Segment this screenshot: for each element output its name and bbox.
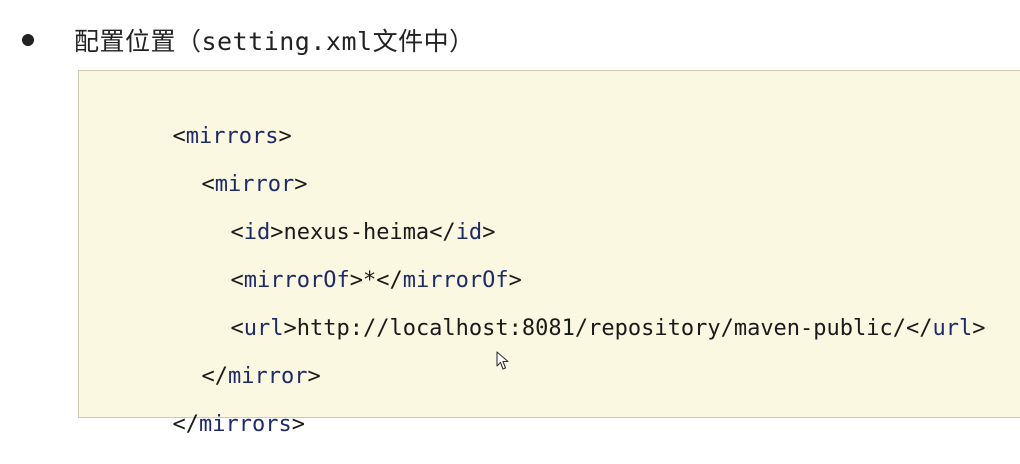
mouse-pointer-icon [496, 351, 509, 370]
bullet-icon [22, 34, 34, 46]
code-block: <mirrors> <mirror> <id>nexus-heima</id> … [78, 70, 1020, 437]
bracket: > [972, 316, 986, 341]
xml-text: http://localhost:8081/repository/maven-p… [296, 316, 907, 341]
xml-tag: url [932, 316, 973, 341]
bracket: </ [906, 316, 933, 341]
bullet-heading: 配置位置（setting.xml文件中） [74, 27, 475, 56]
code-line: </mirror> [122, 329, 320, 389]
bracket: > [291, 412, 305, 437]
code-line: <url>http://localhost:8081/repository/ma… [151, 281, 985, 341]
xml-tag: mirrors [198, 412, 292, 437]
code-line: <mirrors> [93, 89, 291, 149]
bullet-item: 配置位置（setting.xml文件中） [22, 18, 475, 62]
code-line: </mirrors> [93, 377, 304, 437]
code-line: <mirror> [122, 137, 307, 197]
code-line: <mirrorOf>*</mirrorOf> [151, 233, 521, 293]
bracket: </ [172, 412, 199, 437]
code-line: <id>nexus-heima</id> [151, 185, 495, 245]
bracket: > [307, 364, 321, 389]
slide-page: 配置位置（setting.xml文件中） <mirrors> <mirror> … [0, 0, 1020, 464]
